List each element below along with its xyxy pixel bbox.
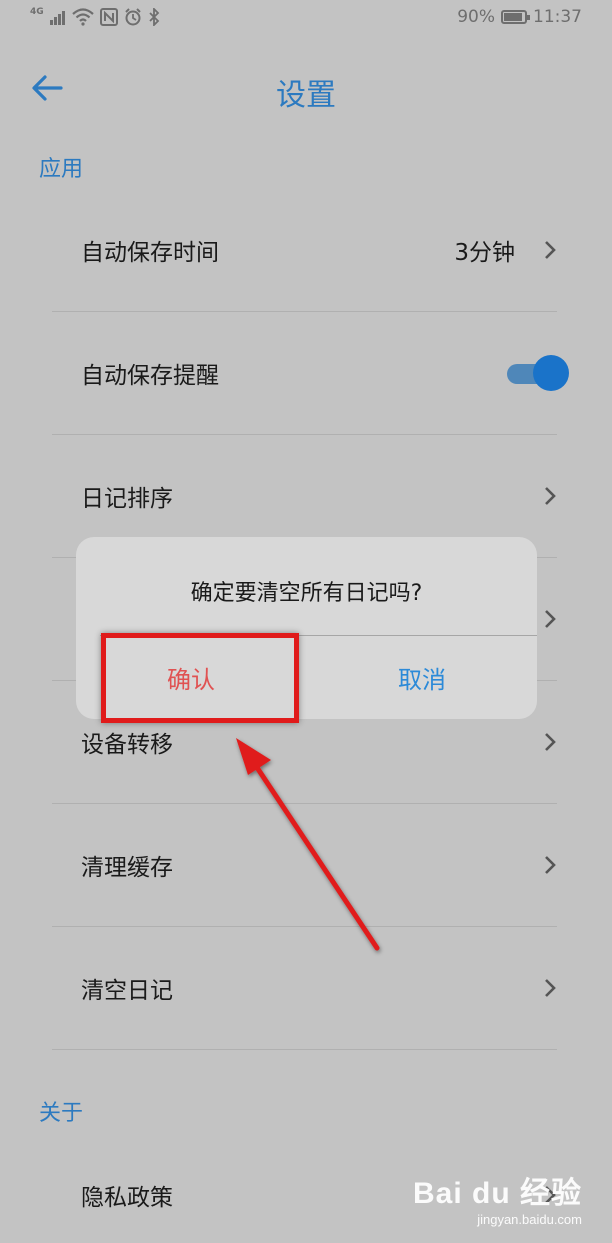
row-label: 自动保存提醒: [81, 363, 219, 389]
battery-percent: 90%: [457, 7, 495, 27]
row-label: 日记排序: [81, 486, 173, 512]
settings-row-clear-diary[interactable]: 清空日记: [52, 927, 557, 1050]
alarm-icon: [124, 8, 141, 26]
chevron-right-icon: [545, 733, 556, 751]
chevron-right-icon: [545, 610, 556, 628]
row-label: 清空日记: [81, 978, 173, 1004]
signal-icon: [49, 11, 65, 25]
row-label: 设备转移: [81, 732, 173, 758]
clock: 11:37: [533, 7, 582, 27]
settings-row-autosave-time[interactable]: 自动保存时间 3分钟: [52, 189, 557, 312]
settings-row-clear-cache[interactable]: 清理缓存: [52, 804, 557, 927]
chevron-right-icon: [545, 241, 556, 259]
row-label: 清理缓存: [81, 855, 173, 881]
network-type: 4G: [30, 7, 44, 17]
section-label-about: 关于: [39, 1101, 84, 1126]
highlight-box: [101, 633, 299, 723]
section-label-app: 应用: [39, 157, 84, 182]
chevron-right-icon: [545, 487, 556, 505]
dialog-message: 确定要清空所有日记吗?: [190, 581, 423, 606]
settings-row-autosave-reminder: 自动保存提醒: [52, 312, 569, 435]
app-header: 设置: [0, 60, 612, 118]
row-value: 3分钟: [454, 240, 515, 266]
wifi-icon: [71, 8, 94, 26]
bluetooth-icon: [149, 8, 159, 26]
chevron-right-icon: [545, 856, 556, 874]
cancel-button[interactable]: 取消: [307, 636, 537, 719]
status-bar: 4G 90% 11:37: [0, 0, 612, 34]
chevron-right-icon: [545, 979, 556, 997]
autosave-reminder-toggle[interactable]: [507, 355, 569, 391]
battery-icon: [501, 10, 530, 24]
row-label: 隐私政策: [81, 1184, 173, 1211]
watermark-logo: Bai du 经验 jingyan.baidu.com: [412, 1177, 582, 1227]
page-title: 设置: [276, 78, 336, 113]
nfc-icon: [99, 8, 118, 26]
row-label: 自动保存时间: [81, 240, 219, 266]
